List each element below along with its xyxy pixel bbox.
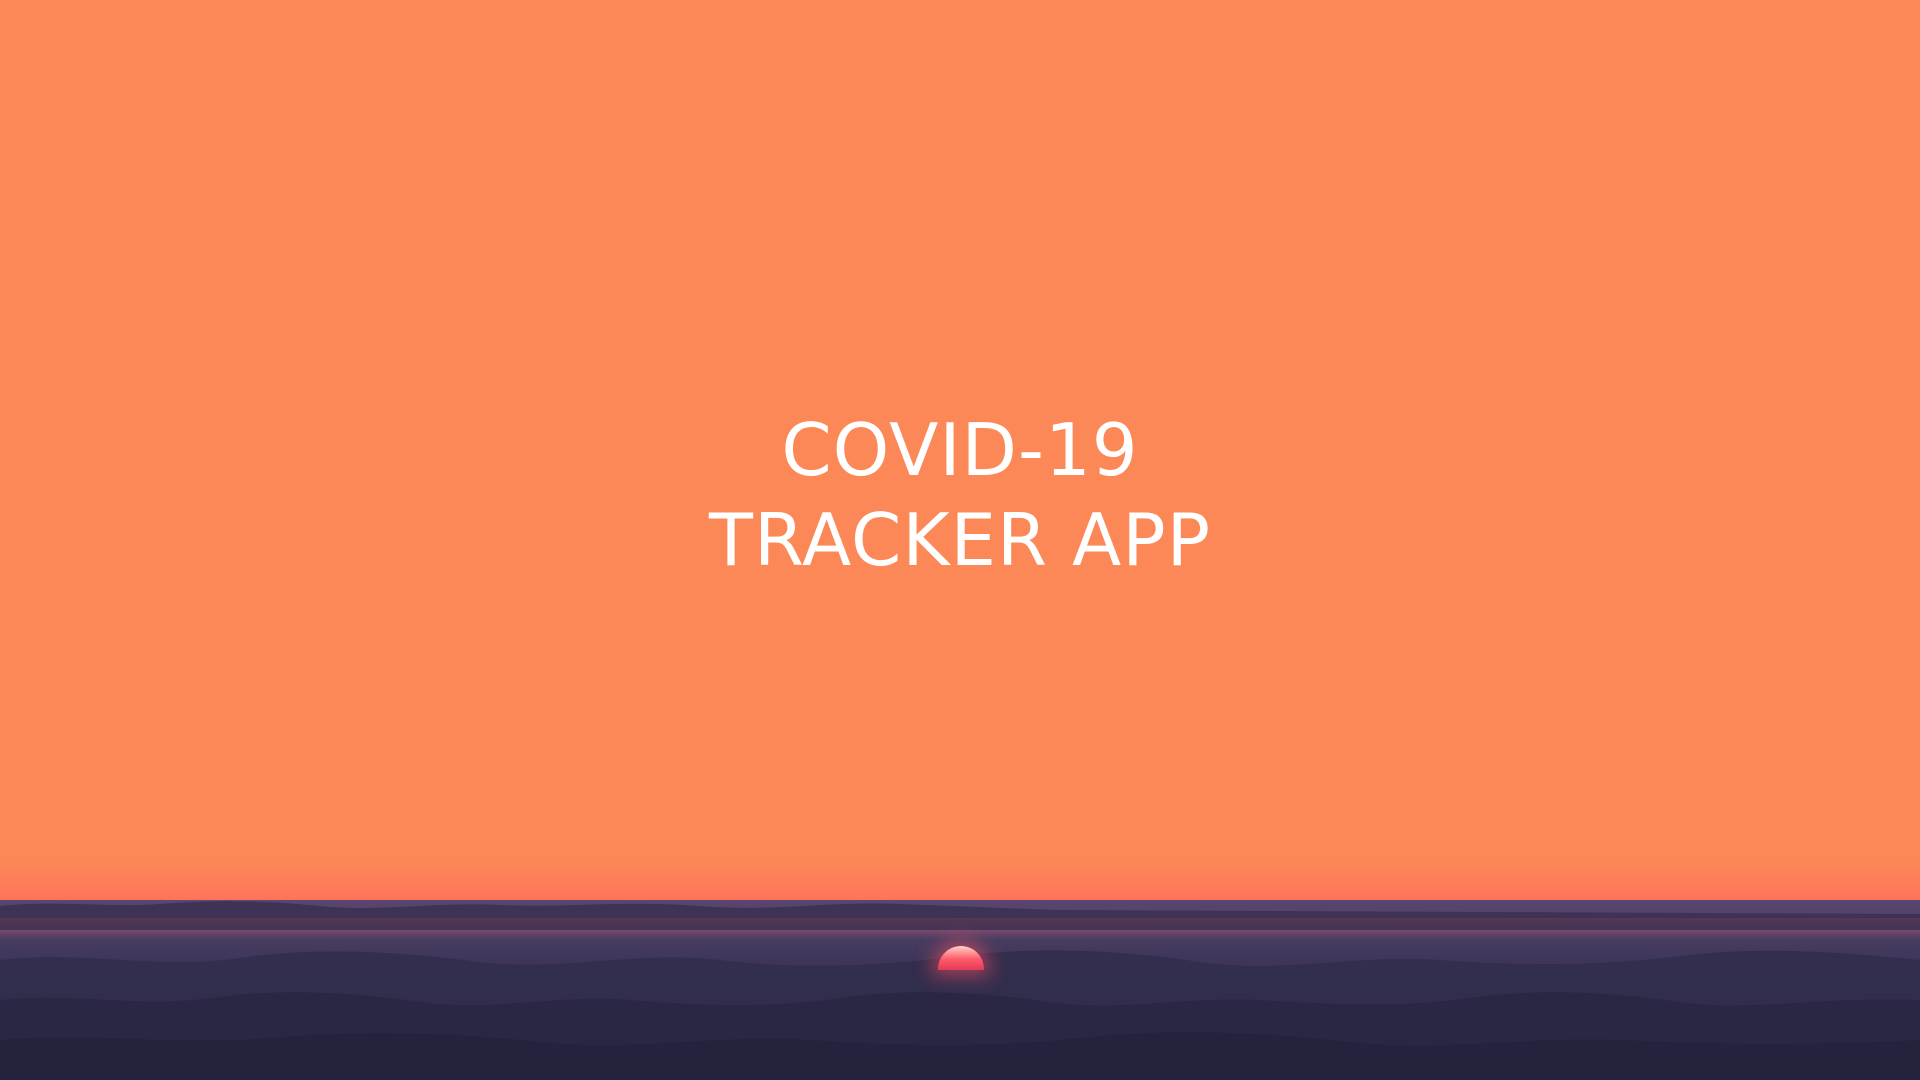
app-title: COVID-19 TRACKER APP — [560, 405, 1360, 585]
splash-background: COVID-19 TRACKER APP — [0, 0, 1920, 1080]
app-title-line-2: TRACKER APP — [708, 498, 1212, 582]
app-title-line-1: COVID-19 — [781, 408, 1139, 492]
cloud-horizon — [0, 900, 1920, 1080]
